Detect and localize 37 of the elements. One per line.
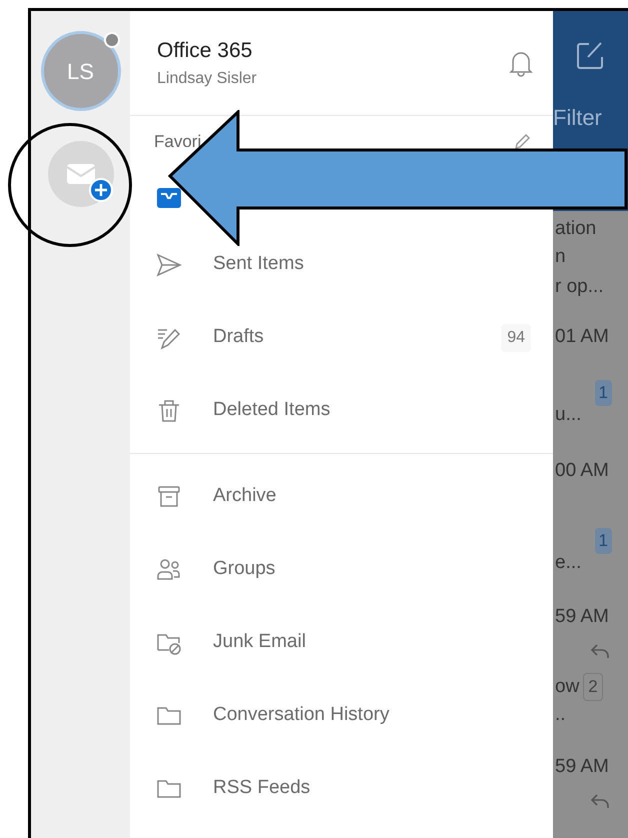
- send-icon: [156, 252, 182, 278]
- count-badge: 94: [501, 324, 531, 352]
- compose-icon[interactable]: [575, 41, 605, 71]
- message-fragment: ..: [555, 702, 566, 727]
- folder-item[interactable]: RSS Feeds: [213, 774, 531, 803]
- reply-icon: [590, 643, 610, 659]
- folder-item[interactable]: Drafts: [213, 323, 502, 352]
- message-fragment: ation: [555, 216, 596, 241]
- message-fragment: 00 AM: [555, 458, 609, 483]
- unread-badge: 1: [594, 380, 612, 406]
- message-fragment: 59 AM: [555, 604, 609, 629]
- section-title: Favori: [154, 131, 202, 154]
- account-title: Office 365: [157, 38, 254, 64]
- folder-item[interactable]: Sent Items: [213, 250, 531, 279]
- archive-icon: [156, 484, 182, 510]
- unread-badge: 1: [594, 528, 612, 554]
- pencil-icon[interactable]: [513, 133, 531, 151]
- add-account-icon[interactable]: [48, 141, 114, 207]
- folder-item[interactable]: Groups: [213, 555, 531, 584]
- message-fragment: n: [555, 244, 566, 269]
- people-icon: [156, 556, 182, 582]
- folder-item[interactable]: Conversation History: [213, 701, 531, 730]
- inbox-icon: [156, 185, 182, 211]
- message-fragment: u...: [555, 402, 582, 427]
- folder-item[interactable]: Deleted Items: [213, 396, 531, 425]
- message-fragment: 59 AM: [555, 754, 609, 779]
- message-fragment: e...: [555, 550, 582, 575]
- folder-item[interactable]: Archive: [213, 482, 531, 511]
- folder-item[interactable]: Junk Email: [213, 628, 531, 657]
- trash-icon: [156, 398, 182, 424]
- message-fragment: 01 AM: [555, 324, 609, 349]
- unread-badge: 2: [583, 673, 603, 701]
- filter-button[interactable]: Filter: [553, 101, 602, 134]
- account-user: Lindsay Sisler: [157, 68, 258, 89]
- message-fragment: r op...: [555, 274, 604, 299]
- reply-icon: [590, 793, 610, 809]
- message-fragment: ow: [555, 674, 580, 699]
